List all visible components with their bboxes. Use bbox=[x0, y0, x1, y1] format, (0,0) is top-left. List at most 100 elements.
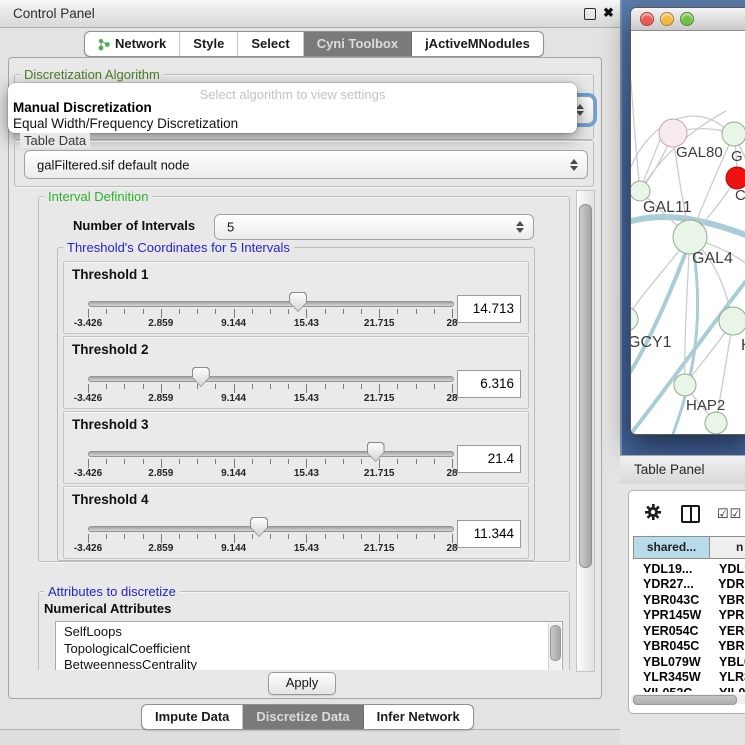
graph-node-label: H bbox=[741, 337, 745, 354]
thresholds-group-title: Threshold's Coordinates for 5 Intervals bbox=[63, 240, 294, 255]
attributes-list-scrollbar[interactable] bbox=[548, 623, 561, 670]
slider-track[interactable] bbox=[88, 451, 454, 457]
table-row[interactable]: YER054CYER0 bbox=[633, 623, 745, 639]
checkbox-icon[interactable]: ☑ bbox=[717, 506, 730, 521]
attributes-group-title: Attributes to discretize bbox=[44, 584, 180, 599]
graph-node[interactable] bbox=[722, 122, 745, 146]
gear-icon[interactable] bbox=[645, 504, 661, 520]
graph-node[interactable] bbox=[705, 412, 727, 434]
cyni-bottom-tabs: Impute Data Discretize Data Infer Networ… bbox=[141, 704, 474, 730]
tab-jactivemnodules[interactable]: jActiveMNodules bbox=[412, 32, 543, 56]
graph-edge-highlighted[interactable] bbox=[631, 241, 690, 383]
apply-button[interactable]: Apply bbox=[268, 672, 336, 695]
graph-node[interactable] bbox=[631, 181, 650, 201]
tab-infer-network[interactable]: Infer Network bbox=[364, 705, 473, 729]
slider-track[interactable] bbox=[88, 301, 454, 307]
control-panel-title: Control Panel bbox=[13, 6, 95, 21]
graph-node[interactable] bbox=[673, 220, 707, 254]
slider-track[interactable] bbox=[88, 376, 454, 382]
tab-select[interactable]: Select bbox=[238, 32, 303, 56]
panel-scrollbar[interactable] bbox=[576, 190, 595, 672]
table-row[interactable]: YBR045CYBR0 bbox=[633, 639, 745, 655]
interval-definition-group: Interval Definition Number of Intervals … bbox=[38, 196, 570, 562]
table-horizontal-scrollbar[interactable] bbox=[631, 694, 745, 704]
attribute-item[interactable]: TopologicalCoefficient bbox=[56, 641, 562, 658]
table-cell: YLR345W bbox=[633, 670, 711, 684]
close-traffic-light[interactable] bbox=[640, 12, 654, 26]
graph-node-label: GAL4 bbox=[692, 250, 733, 267]
interval-definition-title: Interval Definition bbox=[44, 190, 152, 204]
tab-network[interactable]: Network bbox=[85, 32, 180, 56]
graph-node[interactable] bbox=[674, 374, 696, 396]
graph-node[interactable] bbox=[631, 307, 638, 331]
table-horizontal-scrollbar-thumb[interactable] bbox=[633, 695, 737, 705]
slider-tick-labels: -3.4262.8599.14415.4321.71528 bbox=[88, 318, 452, 330]
table-row[interactable]: YPR145WYPR1 bbox=[633, 608, 745, 624]
attributes-group: Attributes to discretize Numerical Attri… bbox=[38, 591, 570, 670]
numerical-attributes-listbox[interactable]: SelfLoopsTopologicalCoefficientBetweenne… bbox=[55, 621, 563, 670]
zoom-traffic-light[interactable] bbox=[680, 12, 694, 26]
threshold-panel: Threshold 2 -3.4262.8599.14415.4321.7152… bbox=[63, 336, 529, 409]
table-cell: YLR3 bbox=[711, 670, 745, 684]
tab-impute-data[interactable]: Impute Data bbox=[142, 705, 243, 729]
tab-discretize-data[interactable]: Discretize Data bbox=[243, 705, 363, 729]
control-panel-window: Control Panel ✖ Network Style Select Cyn… bbox=[0, 0, 621, 730]
table-row[interactable]: YLR345WYLR3 bbox=[633, 670, 745, 686]
control-panel-tabs: Network Style Select Cyni Toolbox jActiv… bbox=[84, 31, 544, 57]
graph-node-label: G bbox=[731, 148, 743, 165]
show-columns-icons[interactable]: ☑☑ bbox=[717, 506, 742, 522]
number-of-intervals-combobox[interactable]: 5 bbox=[214, 214, 534, 240]
threshold-value-field[interactable]: 21.4 bbox=[457, 445, 521, 473]
discretization-algorithm-group-title: Discretization Algorithm bbox=[20, 67, 164, 82]
float-window-icon[interactable] bbox=[584, 8, 596, 20]
attribute-item[interactable]: BetweennessCentrality bbox=[56, 657, 562, 670]
table-cell: YBR043C bbox=[633, 593, 710, 607]
close-icon[interactable]: ✖ bbox=[603, 5, 614, 21]
table-panel-titlebar[interactable]: Table Panel bbox=[620, 455, 745, 485]
combo-arrows-icon bbox=[576, 104, 584, 116]
control-panel-titlebar[interactable]: Control Panel ✖ bbox=[0, 0, 620, 28]
table-cell: YPR145W bbox=[633, 608, 711, 622]
combo-arrows-icon bbox=[516, 221, 524, 233]
graph-node-label: GAL11 bbox=[643, 199, 692, 216]
panel-scrollbar-thumb[interactable] bbox=[579, 204, 592, 568]
table-cell: YER0 bbox=[711, 624, 745, 638]
threshold-value-field[interactable]: 6.316 bbox=[457, 370, 521, 398]
minimize-traffic-light[interactable] bbox=[660, 12, 674, 26]
checkbox-icon[interactable]: ☑ bbox=[730, 506, 743, 521]
threshold-value-field[interactable]: 11.344 bbox=[457, 520, 521, 548]
attributes-list-scrollbar-thumb[interactable] bbox=[550, 625, 561, 661]
slider-track[interactable] bbox=[88, 526, 454, 532]
dropdown-option-equal-width[interactable]: Equal Width/Frequency Discretization bbox=[13, 116, 238, 131]
network-canvas[interactable]: GAL80GCGAL11GAL4GCY1HHAP2 bbox=[631, 31, 745, 434]
tab-style[interactable]: Style bbox=[180, 32, 238, 56]
screen: Control Panel ✖ Network Style Select Cyn… bbox=[0, 0, 745, 745]
table-cell: YIL052C bbox=[633, 686, 711, 692]
column-header-shared-name[interactable]: shared... bbox=[633, 536, 710, 559]
table-data-group-title: Table Data bbox=[20, 133, 90, 148]
dropdown-option-manual-discretization[interactable]: Manual Discretization bbox=[13, 100, 152, 115]
network-view-window[interactable]: GAL80GCGAL11GAL4GCY1HHAP2 bbox=[630, 7, 745, 435]
split-view-icon[interactable] bbox=[681, 505, 700, 523]
column-header-name[interactable]: n bbox=[709, 536, 745, 559]
threshold-panel: Threshold 1 -3.4262.8599.14415.4321.7152… bbox=[63, 261, 529, 334]
table-data-combobox[interactable]: galFiltered.sif default node bbox=[24, 150, 588, 179]
graph-node[interactable] bbox=[726, 167, 745, 189]
threshold-value-field[interactable]: 14.713 bbox=[457, 295, 521, 323]
table-data-combobox-value: galFiltered.sif default node bbox=[37, 157, 189, 172]
graph-node[interactable] bbox=[659, 119, 687, 147]
table-cell: YBL0 bbox=[711, 655, 745, 669]
graph-node-label: C bbox=[735, 187, 745, 204]
table-cell: YDL19... bbox=[633, 562, 711, 576]
table-row[interactable]: YDL19...YDL1 bbox=[633, 561, 745, 577]
network-window-titlebar[interactable] bbox=[631, 8, 745, 31]
table-row[interactable]: YDR27...YDR2 bbox=[633, 577, 745, 593]
table-cell: YBR0 bbox=[710, 593, 745, 607]
tab-cyni-toolbox[interactable]: Cyni Toolbox bbox=[304, 32, 412, 56]
attribute-item[interactable]: SelfLoops bbox=[56, 624, 562, 641]
graph-node[interactable] bbox=[719, 307, 745, 335]
graph-edge[interactable] bbox=[631, 81, 640, 191]
table-row[interactable]: YIL052CYIL0 bbox=[633, 685, 745, 692]
table-row[interactable]: YBL079WYBL0 bbox=[633, 654, 745, 670]
table-row[interactable]: YBR043CYBR0 bbox=[633, 592, 745, 608]
